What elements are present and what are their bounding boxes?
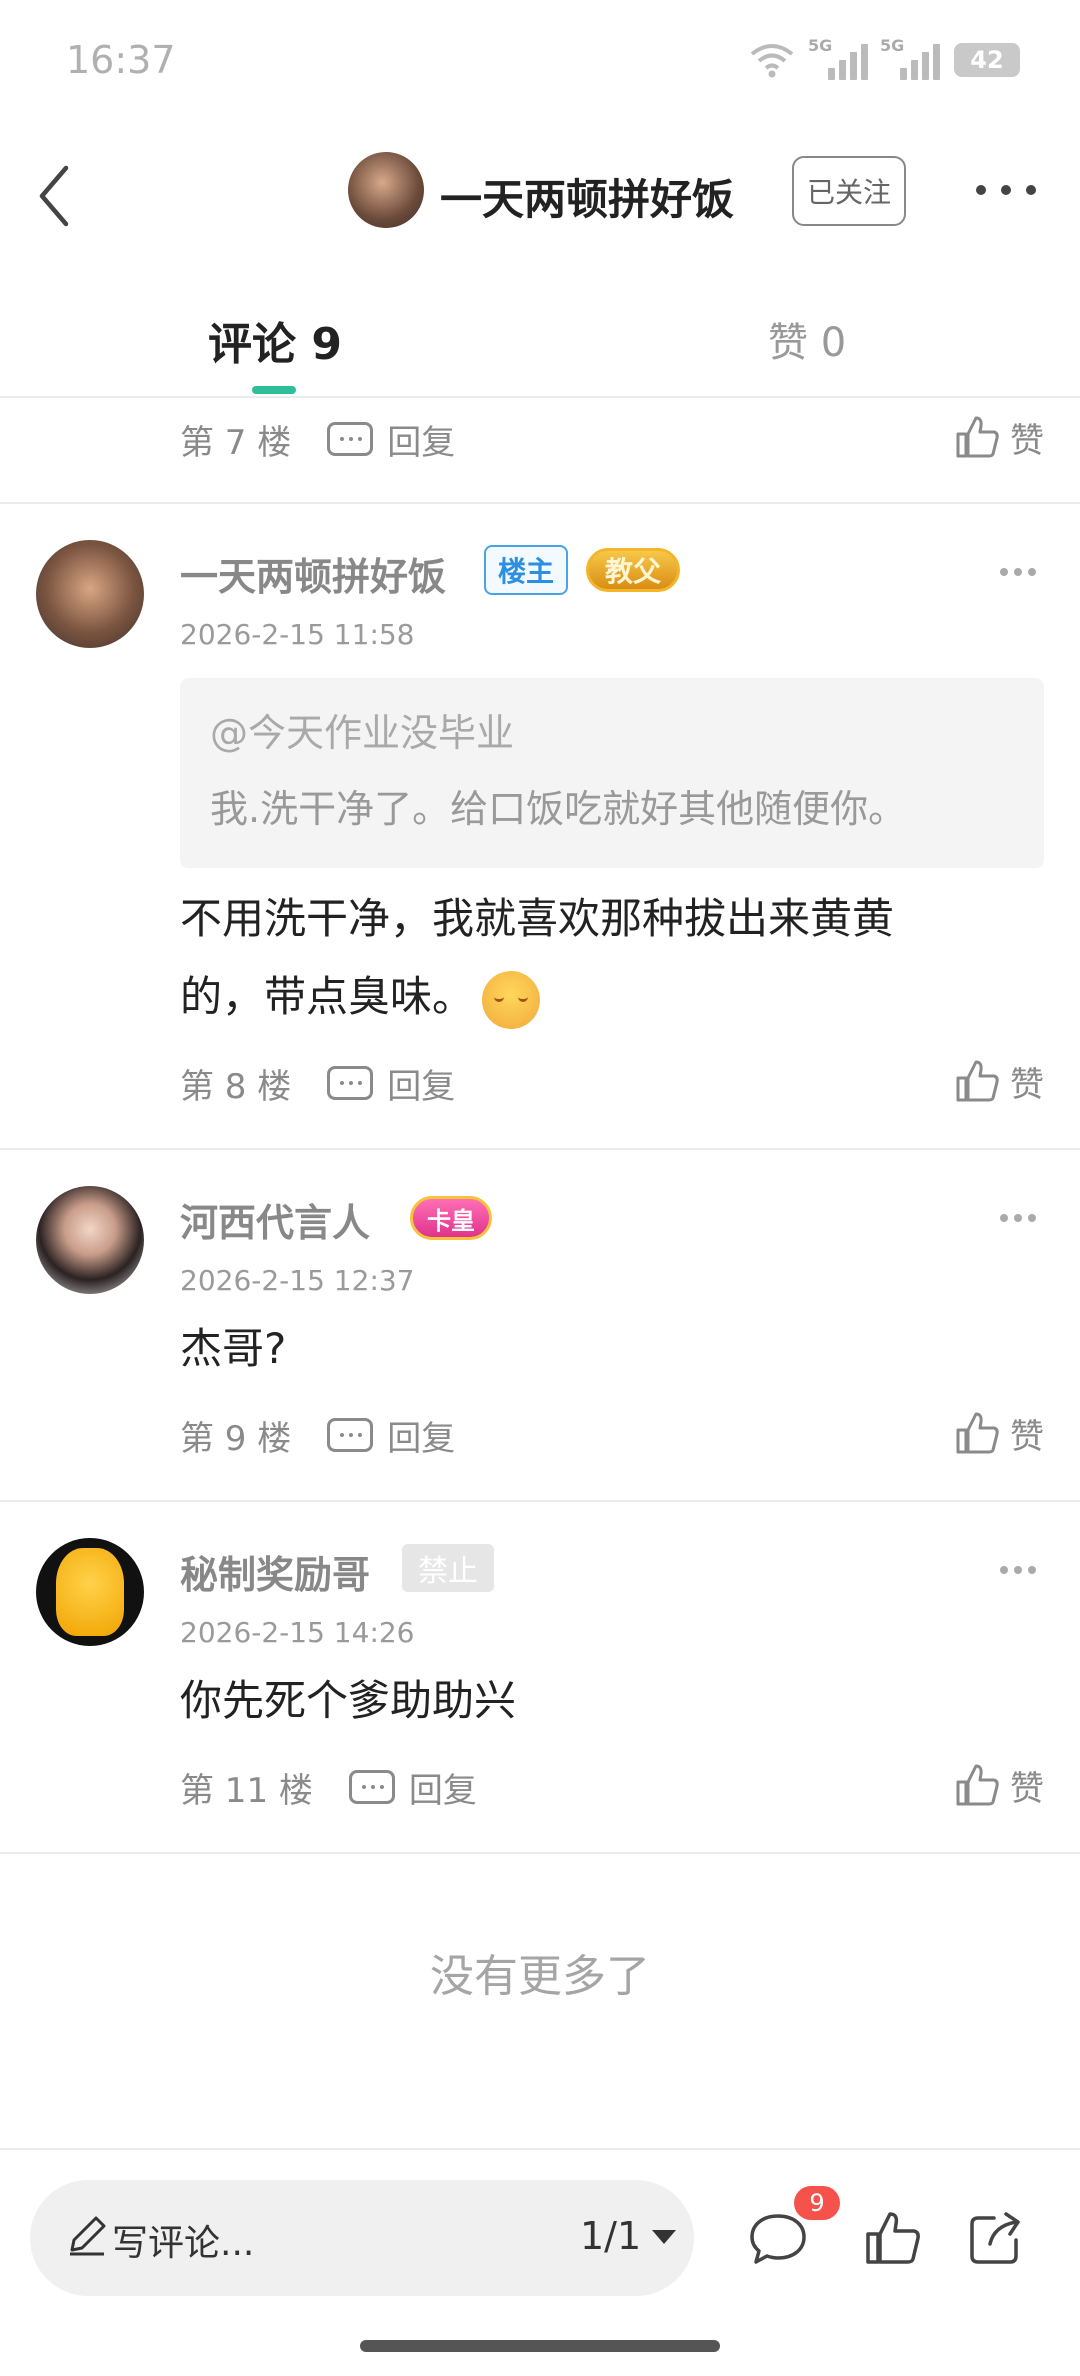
thumbs-up-icon [956, 1764, 999, 1806]
reply-icon [348, 1770, 395, 1804]
reply-icon [327, 422, 374, 456]
like-button[interactable]: 赞 [954, 412, 1044, 462]
reply-icon [327, 1066, 374, 1100]
comment-username[interactable]: 河西代言人 [180, 1192, 370, 1247]
divider [0, 1500, 1080, 1502]
write-comment-placeholder: 写评论... [112, 2223, 255, 2264]
write-comment-input[interactable]: 写评论... 1/1 [30, 2180, 694, 2296]
comment-timestamp: 2026-2-15 11:58 [180, 618, 415, 651]
top-header: 一天两顿拼好饭 已关注 [0, 130, 1080, 260]
like-label: 赞 [1010, 1768, 1044, 1809]
network-label-1: 5G [808, 36, 833, 55]
home-indicator[interactable] [360, 2340, 720, 2352]
header-avatar[interactable] [348, 152, 424, 228]
tab-comments[interactable]: 评论 9 [208, 308, 342, 372]
reply-button[interactable]: 回复 [327, 1059, 455, 1108]
battery-icon: 42 [954, 43, 1020, 77]
divider [0, 502, 1080, 504]
comment-count-badge: 9 [794, 2186, 840, 2220]
status-time: 16:37 [66, 38, 176, 82]
title-badge: 教父 [586, 548, 681, 592]
signal-icon-1: 5G [808, 36, 868, 80]
reply-button[interactable]: 回复 [348, 1763, 477, 1812]
back-arrow-icon[interactable] [30, 160, 90, 230]
comment-content: 你先死个爹助助兴 [180, 1676, 517, 1725]
end-of-list-text: 没有更多了 [430, 1951, 650, 2002]
avatar[interactable] [36, 540, 144, 648]
like-label: 赞 [1010, 1064, 1044, 1105]
quote-user: @今天作业没毕业 [210, 711, 515, 755]
reply-icon [327, 1418, 374, 1452]
reply-label: 回复 [387, 1418, 456, 1459]
like-button[interactable]: 赞 [954, 1408, 1044, 1458]
emoji-icon [482, 970, 541, 1029]
content-line: 不用洗干净，我就喜欢那种拔出来黄黄 [180, 894, 895, 943]
more-dots-icon[interactable] [976, 170, 1036, 210]
more-dots-icon[interactable] [1000, 568, 1036, 578]
thumbs-up-icon [956, 1060, 999, 1102]
thumbs-up-icon [956, 416, 999, 458]
share-icon[interactable] [966, 2208, 1026, 2268]
like-button[interactable]: 赞 [954, 1056, 1044, 1106]
status-bar: 16:37 5G 5G 42 [0, 0, 1080, 120]
floor-number: 第 11 楼 [180, 1770, 313, 1811]
like-label: 赞 [1010, 1416, 1044, 1457]
reply-button[interactable]: 回复 [327, 415, 455, 464]
floor-number: 第 7 楼 [180, 422, 292, 463]
comment-username[interactable]: 一天两顿拼好饭 [180, 546, 446, 601]
comment-timestamp: 2026-2-15 14:26 [180, 1616, 415, 1649]
wifi-icon [750, 44, 794, 78]
avatar[interactable] [36, 1186, 144, 1294]
reply-label: 回复 [387, 422, 456, 463]
avatar[interactable] [36, 1538, 144, 1646]
comment-content: 杰哥? [180, 1324, 287, 1373]
like-button[interactable]: 赞 [954, 1760, 1044, 1810]
like-label: 赞 [1010, 420, 1044, 461]
reply-label: 回复 [408, 1770, 477, 1811]
comment-footer: 第 9 楼 回复 [180, 1410, 455, 1460]
chevron-down-icon[interactable] [652, 2230, 676, 2244]
thumbs-up-icon[interactable] [862, 2208, 922, 2268]
quoted-comment[interactable]: @今天作业没毕业 我.洗干净了。给口饭吃就好其他随便你。 [180, 678, 1044, 868]
thumbs-up-icon [956, 1412, 999, 1454]
comment-footer: 第 11 楼 回复 [180, 1762, 477, 1812]
reply-button[interactable]: 回复 [327, 1411, 455, 1460]
comment-footer-floor7: 第 7 楼 回复 [180, 414, 455, 464]
status-icons: 5G 5G 42 [748, 36, 1020, 80]
page-indicator[interactable]: 1/1 [580, 2214, 641, 2258]
pencil-icon [70, 2216, 106, 2256]
divider [0, 1148, 1080, 1150]
more-dots-icon[interactable] [1000, 1566, 1036, 1576]
comment-bubble-icon[interactable] [748, 2208, 808, 2268]
comment-footer: 第 8 楼 回复 [180, 1058, 455, 1108]
more-dots-icon[interactable] [1000, 1214, 1036, 1224]
follow-button[interactable]: 已关注 [792, 156, 906, 226]
floor-number: 第 8 楼 [180, 1066, 292, 1107]
content-line: 的，带点臭味。 [180, 972, 475, 1021]
comment-timestamp: 2026-2-15 12:37 [180, 1264, 415, 1297]
divider [0, 1852, 1080, 1854]
signal-icon-2: 5G [880, 36, 940, 80]
tab-likes[interactable]: 赞 0 [768, 310, 846, 368]
reply-label: 回复 [387, 1066, 456, 1107]
header-title[interactable]: 一天两顿拼好饭 [440, 166, 734, 227]
content-line-with-emoji: 的，带点臭味。 [180, 958, 1020, 1036]
quote-text: 我.洗干净了。给口饭吃就好其他随便你。 [210, 787, 907, 831]
title-badge: 卡皇 [410, 1196, 492, 1240]
status-badge: 禁止 [402, 1544, 494, 1592]
comment-username[interactable]: 秘制奖励哥 [180, 1544, 370, 1599]
comment-content: 不用洗干净，我就喜欢那种拔出来黄黄 的，带点臭味。 [180, 880, 1020, 1036]
tab-bar: 评论 9 赞 0 [0, 280, 1080, 398]
tab-active-indicator [252, 386, 296, 394]
network-label-2: 5G [880, 36, 905, 55]
floor-number: 第 9 楼 [180, 1418, 292, 1459]
owner-badge: 楼主 [484, 545, 569, 595]
